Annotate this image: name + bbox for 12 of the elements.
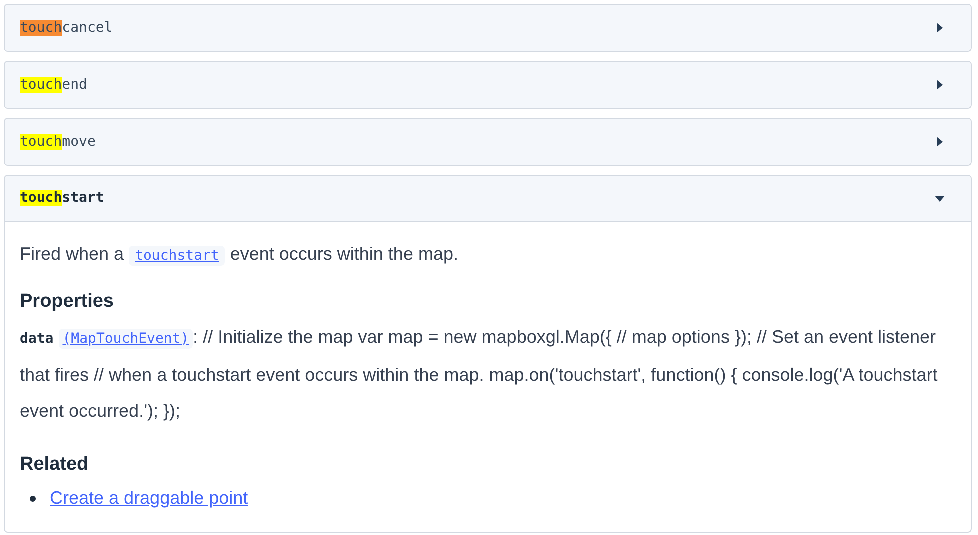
section-heading: Related <box>20 452 90 476</box>
accordion-header[interactable]: touchstart <box>5 176 971 222</box>
accordion-header[interactable]: touchend <box>5 62 971 108</box>
section-heading: Properties <box>20 290 115 314</box>
accordion-header[interactable]: touchmove <box>5 119 971 165</box>
code-link[interactable]: touchstart <box>129 246 226 266</box>
event-description: Fired when a touchstart event occurs within the map. <box>20 243 460 268</box>
property-description: data (MapTouchEvent) : // Initialize the map var map = new mapboxgl.Map({ // map options }); // Set an event listener that fires // when a touchstart event occurs within the map. map.on('touchstart', function() { console.log('A touchstart event occurred.'); }); <box>20 326 939 423</box>
related-link[interactable]: Create a draggable point <box>50 485 248 512</box>
type-link[interactable]: (MapTouchEvent) <box>58 328 194 348</box>
accordion-header[interactable]: touchcancel <box>5 5 971 51</box>
bullet-icon <box>30 496 36 502</box>
